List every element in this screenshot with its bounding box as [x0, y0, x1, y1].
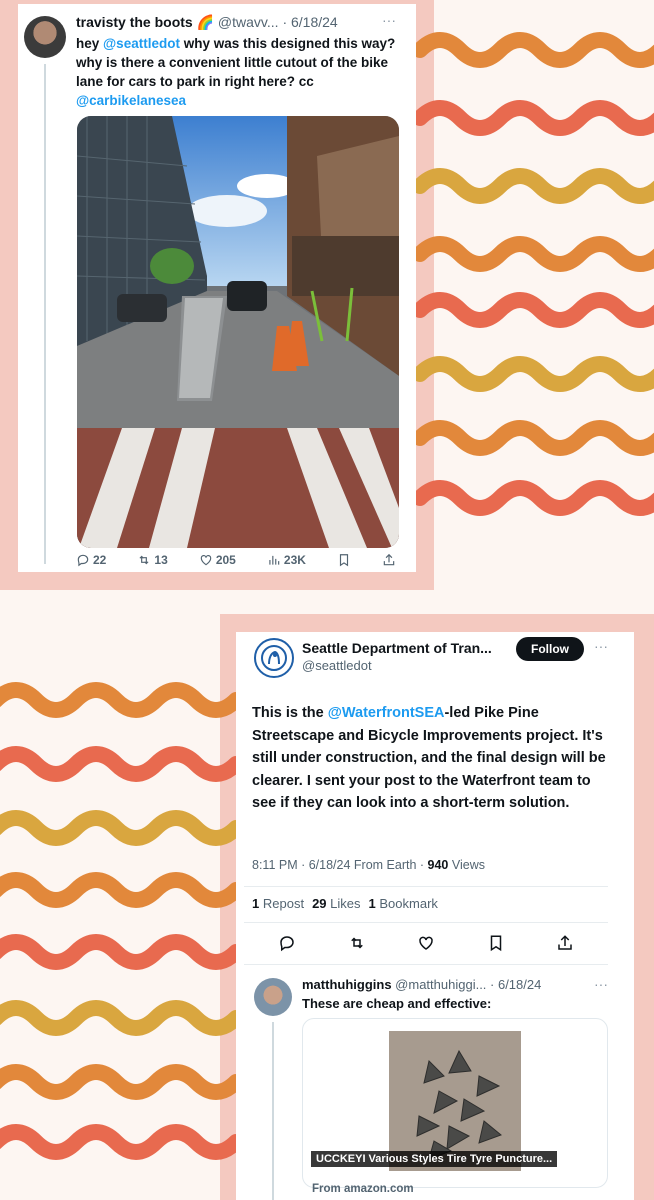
reply-handle-date[interactable]: @matthuhiggi... · 6/18/24 [395, 977, 541, 992]
tweet-reply-sdot[interactable]: Seattle Department of Tran... @seattledo… [236, 632, 634, 1200]
tweet-text-part: This is the [252, 705, 328, 721]
engagement-stats: 1 Repost 29 Likes 1 Bookmark [252, 896, 438, 911]
tweet-original[interactable]: travisty the boots 🌈 @twavv... · 6/18/24… [18, 4, 416, 572]
divider [244, 922, 608, 923]
reply-author-name[interactable]: matthuhiggins [302, 977, 392, 992]
bookmark-button[interactable] [337, 553, 351, 567]
author-avatar[interactable] [24, 16, 66, 58]
repost-icon [139, 555, 149, 565]
like-icon [200, 555, 212, 566]
reply-count: 22 [93, 553, 107, 567]
tweet-header: travisty the boots 🌈 @twavv... · 6/18/24… [76, 12, 412, 31]
tweet-meta: 8:11 PM · 6/18/24 From Earth · 940 Views [252, 858, 485, 872]
author-name[interactable]: travisty the boots [76, 14, 193, 30]
street-scene-image [77, 116, 399, 548]
share-button[interactable] [382, 553, 396, 567]
stat-count: 1 [252, 896, 260, 911]
views-label: Views [448, 858, 485, 872]
more-options-icon[interactable]: ··· [594, 638, 608, 654]
reply-icon [77, 554, 89, 567]
thread-line [272, 1022, 274, 1200]
share-icon[interactable] [556, 934, 574, 952]
link-source[interactable]: From amazon.com [312, 1183, 414, 1195]
tweet-actions [278, 934, 574, 952]
views-icon [269, 555, 280, 565]
reply-icon[interactable] [278, 934, 296, 952]
author-name[interactable]: Seattle Department of Tran... [302, 640, 492, 656]
mention-link[interactable]: @seattledot [103, 36, 180, 51]
tire-spikes-image [389, 1031, 521, 1171]
author-handle-date[interactable]: @twavv... · 6/18/24 [218, 14, 338, 30]
views-count: 23K [283, 553, 306, 567]
stat-reposts[interactable]: 1 Repost [252, 896, 304, 911]
tweet-actions: 22 13 205 23K [76, 553, 396, 567]
repost-button[interactable]: 13 [137, 553, 168, 567]
decorative-waves-left [0, 682, 236, 1160]
seattle-seal-icon [261, 645, 287, 671]
author-handle[interactable]: @seattledot [302, 658, 372, 673]
like-count: 205 [215, 553, 236, 567]
repost-count: 13 [154, 553, 168, 567]
more-options-icon[interactable]: ··· [382, 12, 396, 28]
sdot-logo[interactable] [254, 638, 294, 678]
reply-text: These are cheap and effective: [302, 996, 492, 1011]
mention-link[interactable]: @WaterfrontSEA [328, 705, 445, 721]
stat-count: 1 [368, 896, 376, 911]
stat-count: 29 [312, 896, 327, 911]
tweet-text: This is the @WaterfrontSEA-led Pike Pine… [252, 702, 614, 815]
more-options-icon[interactable]: ··· [594, 976, 608, 992]
decorative-waves-right [416, 32, 654, 516]
tweet-text: hey @seattledot why was this designed th… [76, 34, 406, 110]
stat-label: Likes [330, 896, 361, 911]
thread-line [44, 64, 46, 564]
stat-likes[interactable]: 29 Likes [312, 896, 360, 911]
rainbow-emoji: 🌈 [196, 14, 215, 30]
reply-author-avatar[interactable] [254, 978, 292, 1016]
follow-button[interactable]: Follow [516, 637, 584, 661]
views-count: 940 [427, 858, 449, 872]
timestamp[interactable]: 8:11 PM · 6/18/24 From Earth · [252, 858, 428, 872]
bookmark-icon[interactable] [487, 934, 505, 952]
repost-icon[interactable] [348, 934, 366, 952]
stat-label: Repost [262, 896, 305, 911]
reply-button[interactable]: 22 [76, 553, 106, 567]
share-icon [383, 553, 395, 566]
tweet-text-part: hey [76, 36, 104, 51]
stat-label: Bookmark [379, 896, 438, 911]
divider [244, 886, 608, 887]
stat-bookmarks[interactable]: 1 Bookmark [369, 896, 438, 911]
views-button[interactable]: 23K [267, 553, 306, 567]
mention-link[interactable]: @carbikelanesea [76, 93, 186, 108]
product-image [389, 1031, 521, 1171]
divider [244, 964, 608, 965]
link-preview-card[interactable]: UCCKEYI Various Styles Tire Tyre Punctur… [302, 1018, 608, 1188]
like-button[interactable]: 205 [199, 553, 236, 567]
tweet-photo[interactable] [77, 116, 399, 548]
like-icon[interactable] [417, 934, 435, 952]
reply-header: matthuhiggins @matthuhiggi... · 6/18/24 [302, 977, 541, 992]
bookmark-icon [339, 554, 349, 567]
link-caption: UCCKEYI Various Styles Tire Tyre Punctur… [311, 1151, 558, 1167]
